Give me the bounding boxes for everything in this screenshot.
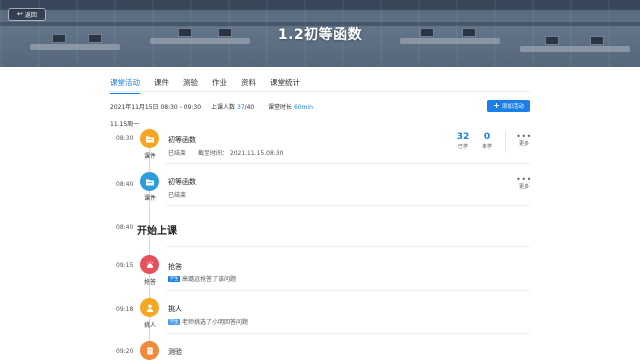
- unlearned-stat[interactable]: 0 未学: [476, 132, 498, 150]
- row-divider: [166, 205, 530, 206]
- duration-value: 60min: [293, 104, 313, 111]
- tab-divider: [110, 91, 530, 92]
- activity-detail: 老师挑选了小明回答问题: [182, 319, 249, 326]
- arrow-left-icon: ↩: [17, 10, 23, 18]
- row-divider: [166, 246, 530, 247]
- back-button[interactable]: ↩ 返回: [8, 8, 46, 21]
- activity-detail: 高璐远抢答了该问题: [182, 276, 237, 283]
- activity-time: 09:18: [116, 306, 134, 313]
- activity-icon-label: 课件: [143, 195, 156, 202]
- activity-status: 已结束: [168, 192, 187, 199]
- learned-count: 32: [456, 132, 470, 142]
- activity-title[interactable]: 测验: [168, 347, 182, 357]
- folder-icon[interactable]: [140, 172, 159, 191]
- duration: 课堂时长 60min: [268, 102, 313, 111]
- attendance-total: /40: [244, 104, 255, 111]
- activity-time: 08:40: [116, 224, 134, 231]
- more-button[interactable]: ••• 更多: [515, 133, 533, 148]
- plus-icon: +: [493, 101, 500, 110]
- back-button-label: 返回: [24, 12, 37, 19]
- buzzer-icon[interactable]: [140, 255, 159, 274]
- activity-time: 09:20: [116, 348, 134, 355]
- activity-status-line: 已结束 截至时间： 2021.11.15.08:30: [168, 148, 283, 157]
- row-divider: [166, 163, 530, 164]
- learned-stat[interactable]: 32 已学: [452, 132, 474, 150]
- add-activity-button[interactable]: + 添加活动: [487, 100, 530, 112]
- attendance: 上课人数 37/40: [211, 102, 254, 111]
- page-title: 1.2初等函数: [277, 27, 363, 43]
- more-label: 更多: [518, 184, 529, 190]
- more-button[interactable]: ••• 更多: [515, 176, 533, 191]
- student-tag: 学生: [168, 276, 180, 282]
- activity-title[interactable]: 挑人: [168, 304, 182, 314]
- activity-status: 已结束: [168, 150, 187, 157]
- row-divider: [166, 333, 530, 334]
- activity-time: 09:15: [116, 262, 134, 269]
- folder-icon[interactable]: [140, 129, 159, 148]
- activity-icon-label: 抢答: [143, 279, 156, 286]
- attendance-label: 上课人数: [211, 104, 236, 111]
- attendance-value: 37: [236, 104, 245, 111]
- activity-icon-label: 课件: [143, 153, 156, 160]
- quiz-icon[interactable]: [140, 341, 159, 360]
- stat-separator: [505, 131, 506, 153]
- lesson-datetime: 2021年11月15日 08:30 - 09:30: [110, 104, 202, 111]
- activity-detail-line: 学生 老师挑选了小明回答问题: [168, 317, 248, 326]
- date-label: 11.15周一: [110, 121, 140, 128]
- student-tag: 学生: [168, 319, 180, 325]
- duration-label: 课堂时长: [268, 104, 293, 111]
- activity-title[interactable]: 初等函数: [168, 135, 196, 145]
- activity-detail-line: 学生 高璐远抢答了该问题: [168, 274, 236, 283]
- deadline-label: 截至时间：: [197, 150, 228, 157]
- activity-time: 08:30: [116, 135, 134, 142]
- person-icon[interactable]: [140, 298, 159, 317]
- class-start-title: 开始上课: [137, 226, 177, 237]
- activity-title[interactable]: 初等函数: [168, 177, 196, 187]
- activity-icon-label: 挑人: [143, 322, 156, 329]
- unlearned-count: 0: [483, 132, 491, 142]
- more-label: 更多: [518, 141, 529, 147]
- activity-title[interactable]: 抢答: [168, 262, 182, 272]
- unlearned-label: 未学: [481, 144, 492, 150]
- add-activity-label: 添加活动: [501, 104, 524, 110]
- learned-label: 已学: [457, 144, 468, 150]
- row-divider: [166, 290, 530, 291]
- deadline-value: 2021.11.15.08:30: [229, 150, 284, 157]
- activity-time: 08:40: [116, 181, 134, 188]
- header-banner: ↩ 返回 1.2初等函数: [0, 0, 640, 67]
